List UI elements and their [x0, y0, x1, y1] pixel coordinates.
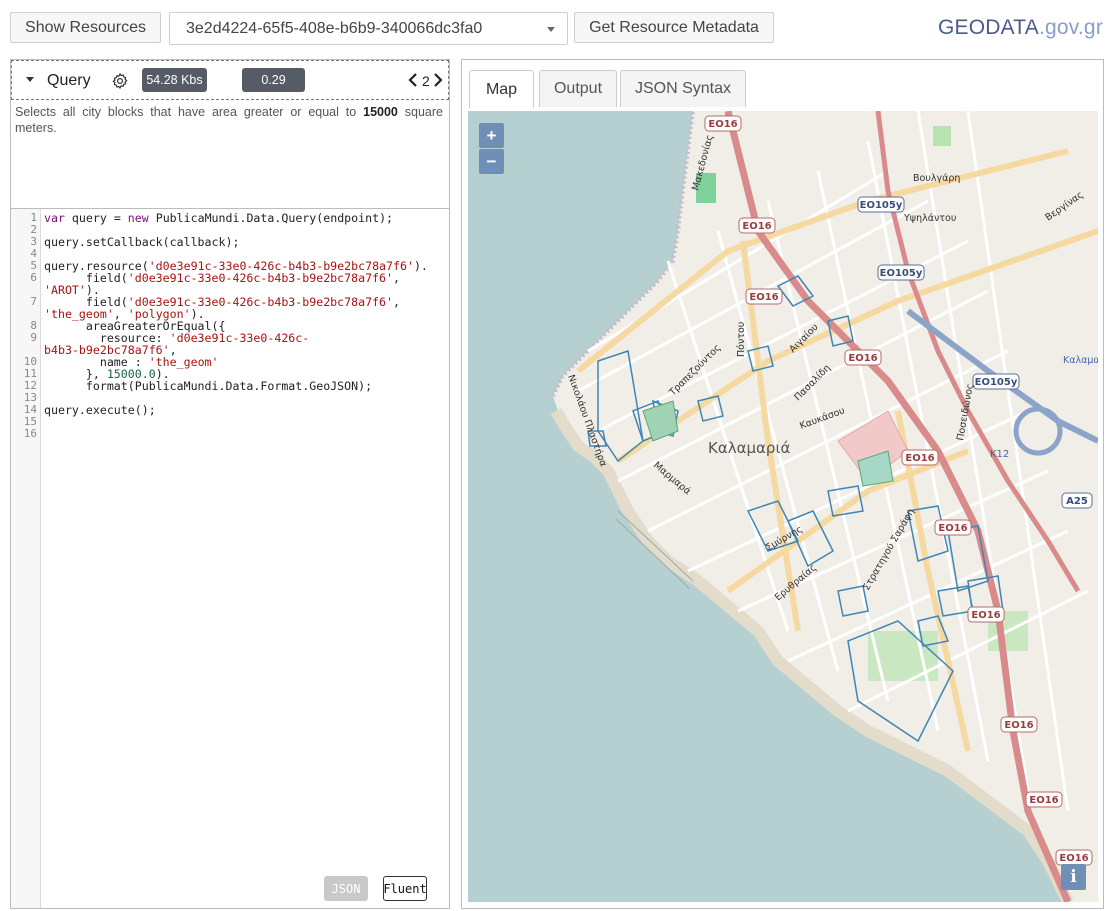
logo-brand: GEODATA: [938, 16, 1039, 39]
logo-suffix: .gov.gr: [1038, 16, 1104, 39]
geodata-logo[interactable]: GEODATA.gov.gr: [938, 16, 1103, 40]
fluent-mode-button[interactable]: Fluent: [383, 876, 427, 901]
road-shield-text: EO16: [1029, 795, 1058, 806]
road-shield-text: EO16: [938, 523, 967, 534]
size-badge: 54.28 Kbs: [142, 68, 207, 92]
chevron-left-icon[interactable]: [408, 72, 418, 88]
code-line: var query = new PublicaMundi.Data.Query(…: [44, 211, 394, 225]
code-line: query.setCallback(callback);: [44, 235, 240, 249]
street-label: Υψηλάντου: [903, 213, 956, 224]
road-shield-text: EO105y: [880, 268, 923, 279]
zoom-out-button[interactable]: −: [479, 149, 504, 174]
line-number-gutter: 1 2 3 4 5 6 7 8 9 10 11 12 13 14 15 16: [11, 209, 41, 908]
time-badge: 0.29 secs: [242, 68, 305, 111]
description-value: 15000: [363, 105, 398, 119]
zoom-in-button[interactable]: +: [479, 123, 504, 148]
road-shield-text: EO16: [708, 119, 737, 130]
description-text-before: Selects all city blocks that have area g…: [15, 105, 364, 119]
result-panel: Map Output JSON Syntax EO16 EO16 EO16 EO…: [461, 59, 1104, 909]
chevron-down-icon: [547, 27, 555, 32]
code-line: query.execute();: [44, 403, 156, 417]
road-shield-text: EO16: [742, 221, 771, 232]
info-button[interactable]: i: [1061, 864, 1086, 890]
road-shield-text: A25: [1066, 496, 1088, 507]
tab-map[interactable]: Map: [469, 70, 534, 108]
road-shield-text: EO16: [905, 453, 934, 464]
code-line: format(PublicaMundi.Data.Format.GeoJSON)…: [44, 379, 373, 393]
park-area: [933, 126, 951, 146]
code-editor[interactable]: 1 2 3 4 5 6 7 8 9 10 11 12 13 14 15 16 var query = new …: [11, 208, 449, 908]
query-title: Query: [47, 72, 91, 89]
caret-down-icon[interactable]: [26, 77, 34, 82]
show-resources-button[interactable]: Show Resources: [10, 12, 161, 43]
json-mode-button[interactable]: JSON: [324, 876, 368, 901]
tab-output[interactable]: Output: [539, 70, 617, 107]
district-label: Καλαμαριά: [708, 439, 791, 457]
street-label: Πόντου: [736, 322, 747, 357]
query-panel: Query 54.28 Kbs 0.29 secs 2 Selects all …: [10, 59, 450, 909]
street-label: Βουλγάρη: [913, 173, 960, 184]
road-shield-text: EO16: [749, 292, 778, 303]
road-shield-text: EO16: [1059, 853, 1088, 864]
map-view[interactable]: EO16 EO16 EO16 EO16 EO16 EO16 EO16 EO16 …: [468, 111, 1098, 902]
road-shield-text: EO105y: [975, 377, 1018, 388]
get-resource-metadata-button[interactable]: Get Resource Metadata: [574, 12, 774, 43]
line-number: 16: [23, 427, 37, 440]
resource-select-value: 3e2d4224-65f5-408e-b6b9-340066dc3fa0: [186, 19, 483, 37]
road-shield-text: EO16: [848, 353, 877, 364]
line-number: 7: [30, 295, 37, 308]
query-page-number: 2: [422, 73, 430, 89]
query-description: Selects all city blocks that have area g…: [15, 104, 443, 136]
line-number: 6: [30, 271, 37, 284]
line-number: 9: [30, 331, 37, 344]
road-shield-text: EO16: [971, 610, 1000, 621]
gear-icon[interactable]: [111, 72, 129, 90]
road-shield-text: EO16: [1004, 720, 1033, 731]
chevron-right-icon[interactable]: [433, 72, 443, 88]
map-canvas[interactable]: EO16 EO16 EO16 EO16 EO16 EO16 EO16 EO16 …: [468, 111, 1098, 902]
resource-select[interactable]: 3e2d4224-65f5-408e-b6b9-340066dc3fa0: [169, 12, 568, 45]
tab-json-syntax[interactable]: JSON Syntax: [620, 70, 746, 107]
road-label-k12: K12: [990, 449, 1009, 460]
query-header: Query 54.28 Kbs 0.29 secs 2: [11, 60, 449, 111]
place-label-kalamaria: Καλαμαριά: [1063, 355, 1098, 366]
road-shield-text: EO105y: [860, 200, 903, 211]
